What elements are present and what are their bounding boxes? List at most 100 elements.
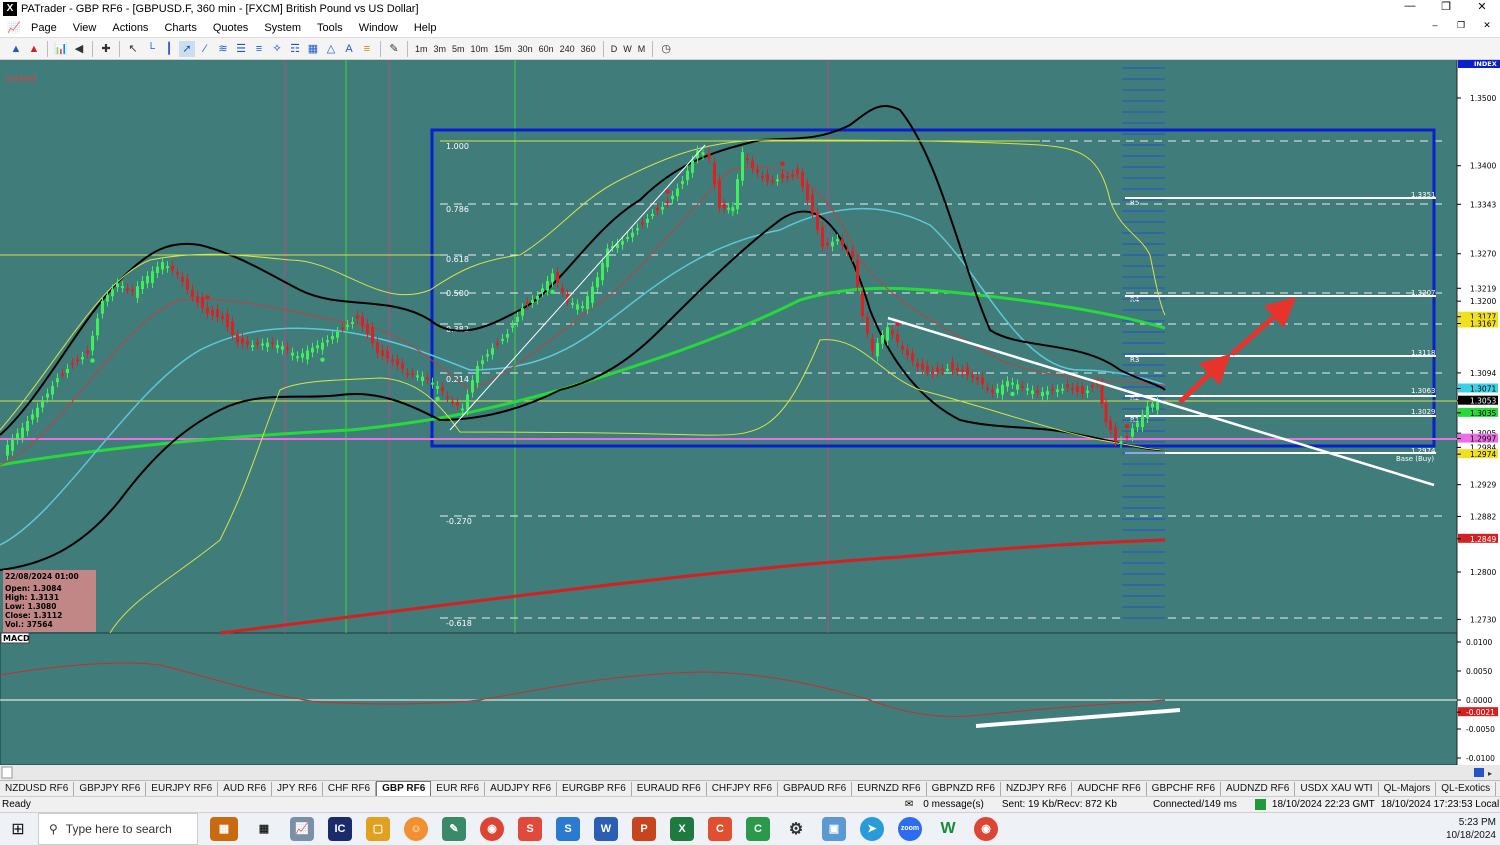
app-icon[interactable]: ✎ — [442, 816, 466, 841]
briefcase-app-icon[interactable]: ▦ — [210, 816, 238, 841]
disconnect-icon[interactable]: ▲ — [26, 41, 42, 57]
app-icon[interactable]: ☺ — [404, 816, 428, 841]
symbol-tab[interactable]: GBPJPY RF6 — [74, 781, 147, 796]
scrollbar-thumb[interactable] — [1, 766, 13, 779]
symbol-tab[interactable]: GBPAUD RF6 — [778, 781, 853, 796]
symbol-tab[interactable]: AUDJPY RF6 — [485, 781, 558, 796]
fib-retracement-icon[interactable]: ☰ — [233, 41, 249, 57]
symbol-tab[interactable]: EURGBP RF6 — [557, 781, 632, 796]
symbol-tab[interactable]: AUDCHF RF6 — [1072, 781, 1147, 796]
menu-help[interactable]: Help — [406, 22, 445, 34]
app-s-blue-icon[interactable]: S — [556, 816, 580, 841]
excel-icon[interactable]: X — [670, 816, 694, 841]
scroll-end-icon[interactable]: ▸ — [1488, 769, 1492, 778]
timeframe-10m[interactable]: 10m — [468, 44, 492, 54]
chart-icon[interactable]: 📊 — [53, 41, 69, 57]
timeframe-240[interactable]: 240 — [557, 44, 578, 54]
timeframe-5m[interactable]: 5m — [449, 44, 468, 54]
telegram-icon[interactable]: ➤ — [860, 816, 884, 841]
clock-icon[interactable]: ◷ — [658, 41, 674, 57]
gann-icon[interactable]: ⟡ — [269, 41, 285, 57]
symbol-tab[interactable]: NZDUSD RF6 — [0, 781, 75, 796]
timeframe-weekly[interactable]: W — [620, 44, 635, 54]
menu-window[interactable]: Window — [351, 22, 406, 34]
menu-system[interactable]: System — [256, 22, 309, 34]
app-s-icon[interactable]: S — [518, 816, 542, 841]
symbol-tab[interactable]: CHFJPY RF6 — [707, 781, 779, 796]
text-icon[interactable]: A — [341, 41, 357, 57]
menu-charts[interactable]: Charts — [156, 22, 204, 34]
patrader-app-icon[interactable]: 📈 — [290, 816, 314, 841]
app-icon[interactable]: ▣ — [822, 816, 846, 841]
task-view-icon[interactable]: ▦ — [252, 817, 276, 841]
word-icon[interactable]: W — [594, 816, 618, 841]
file-explorer-icon[interactable]: ▢ — [366, 816, 390, 841]
settings-gear-icon[interactable]: ⚙ — [784, 817, 808, 841]
windows-start-icon[interactable]: ⊞ — [0, 819, 36, 839]
symbol-tab[interactable]: EURNZD RF6 — [852, 781, 927, 796]
channel-icon[interactable]: ∕ — [197, 41, 213, 57]
fib-fan-icon[interactable]: ≋ — [215, 41, 231, 57]
timeframe-3m[interactable]: 3m — [431, 44, 450, 54]
cursor-icon[interactable]: ↖ — [125, 41, 141, 57]
timeframe-monthly[interactable]: M — [635, 44, 649, 54]
cycles-icon[interactable]: ☶ — [287, 41, 303, 57]
powerpoint-icon[interactable]: P — [632, 816, 656, 841]
symbol-tab[interactable]: CHF RF6 — [323, 781, 377, 796]
zoom-icon[interactable]: zoom — [898, 816, 922, 841]
symbol-tab[interactable]: EURAUD RF6 — [632, 781, 707, 796]
timeframe-daily[interactable]: D — [608, 44, 621, 54]
menu-tools[interactable]: Tools — [309, 22, 351, 34]
child-restore-button[interactable]: ❐ — [1448, 20, 1474, 31]
symbol-tab[interactable]: AUDNZD RF6 — [1221, 781, 1296, 796]
chart-area[interactable]: 1.000 0.786 0.618 0.500 0.382 0.214 -0.2… — [0, 60, 1500, 780]
chrome-icon[interactable]: ◉ — [974, 816, 998, 841]
child-minimize-button[interactable]: – — [1422, 20, 1448, 31]
symbol-tab[interactable]: GBPNZD RF6 — [927, 781, 1001, 796]
trendline-icon[interactable]: ➚ — [179, 40, 195, 57]
fib-extension-icon[interactable]: ≡ — [251, 41, 267, 57]
symbol-tab[interactable]: GBPCHF RF6 — [1147, 781, 1222, 796]
timeframe-60m[interactable]: 60n — [536, 44, 557, 54]
symbol-tab[interactable]: GBP RF6 — [376, 781, 432, 796]
chrome-icon[interactable]: ◉ — [480, 816, 504, 841]
levels-icon[interactable]: ≡ — [359, 41, 375, 57]
symbol-tab[interactable]: NZDJPY RF6 — [1001, 781, 1073, 796]
ic-app-icon[interactable]: IC — [328, 816, 352, 841]
horizontal-line-icon[interactable]: └ — [143, 41, 159, 57]
restore-button[interactable]: ❐ — [1428, 0, 1464, 13]
taskbar-search[interactable]: ⚲ Type here to search — [38, 812, 198, 845]
pencil-icon[interactable]: ✎ — [386, 41, 402, 57]
connect-icon[interactable]: ▲ — [8, 41, 24, 57]
horizontal-scrollbar[interactable] — [0, 765, 1500, 780]
app-c-green-icon[interactable]: C — [746, 816, 770, 841]
crosshair-icon[interactable]: ✚ — [98, 41, 114, 57]
timeframe-1m[interactable]: 1m — [412, 44, 431, 54]
taskbar-clock[interactable]: 5:23 PM 10/18/2024 — [1446, 816, 1496, 842]
timeframe-30m[interactable]: 30n — [515, 44, 536, 54]
page-menu-icon[interactable]: 📈 — [6, 20, 22, 36]
child-close-button[interactable]: ✕ — [1474, 20, 1500, 31]
symbol-tab[interactable]: EURJPY RF6 — [146, 781, 219, 796]
menu-view[interactable]: View — [65, 22, 105, 34]
symbol-tab[interactable]: QL-Majors — [1379, 781, 1437, 796]
minimize-button[interactable]: — — [1392, 0, 1428, 13]
symbol-tab[interactable]: AUD RF6 — [218, 781, 273, 796]
macd-pane[interactable] — [0, 632, 1458, 766]
menu-page[interactable]: Page — [23, 22, 65, 34]
rectangle-icon[interactable]: ▦ — [305, 41, 321, 57]
close-button[interactable]: ✕ — [1464, 0, 1500, 13]
price-chart[interactable]: 1.000 0.786 0.618 0.500 0.382 0.214 -0.2… — [0, 60, 1500, 780]
vertical-line-icon[interactable]: ┃ — [161, 41, 177, 57]
triangle-icon[interactable]: △ — [323, 41, 339, 57]
symbol-tab[interactable]: USDX XAU WTI — [1295, 781, 1379, 796]
zoom-icon[interactable]: ◀ — [71, 41, 87, 57]
menu-actions[interactable]: Actions — [104, 22, 156, 34]
app-c-icon[interactable]: C — [708, 816, 732, 841]
symbol-tab[interactable]: JPY RF6 — [272, 781, 323, 796]
app-w-icon[interactable]: W — [936, 817, 960, 841]
timeframe-15m[interactable]: 15m — [491, 44, 515, 54]
symbol-tab[interactable]: USDX RF6 — [1496, 782, 1500, 796]
scroll-right-icon[interactable] — [1474, 768, 1484, 777]
menu-quotes[interactable]: Quotes — [205, 22, 256, 34]
